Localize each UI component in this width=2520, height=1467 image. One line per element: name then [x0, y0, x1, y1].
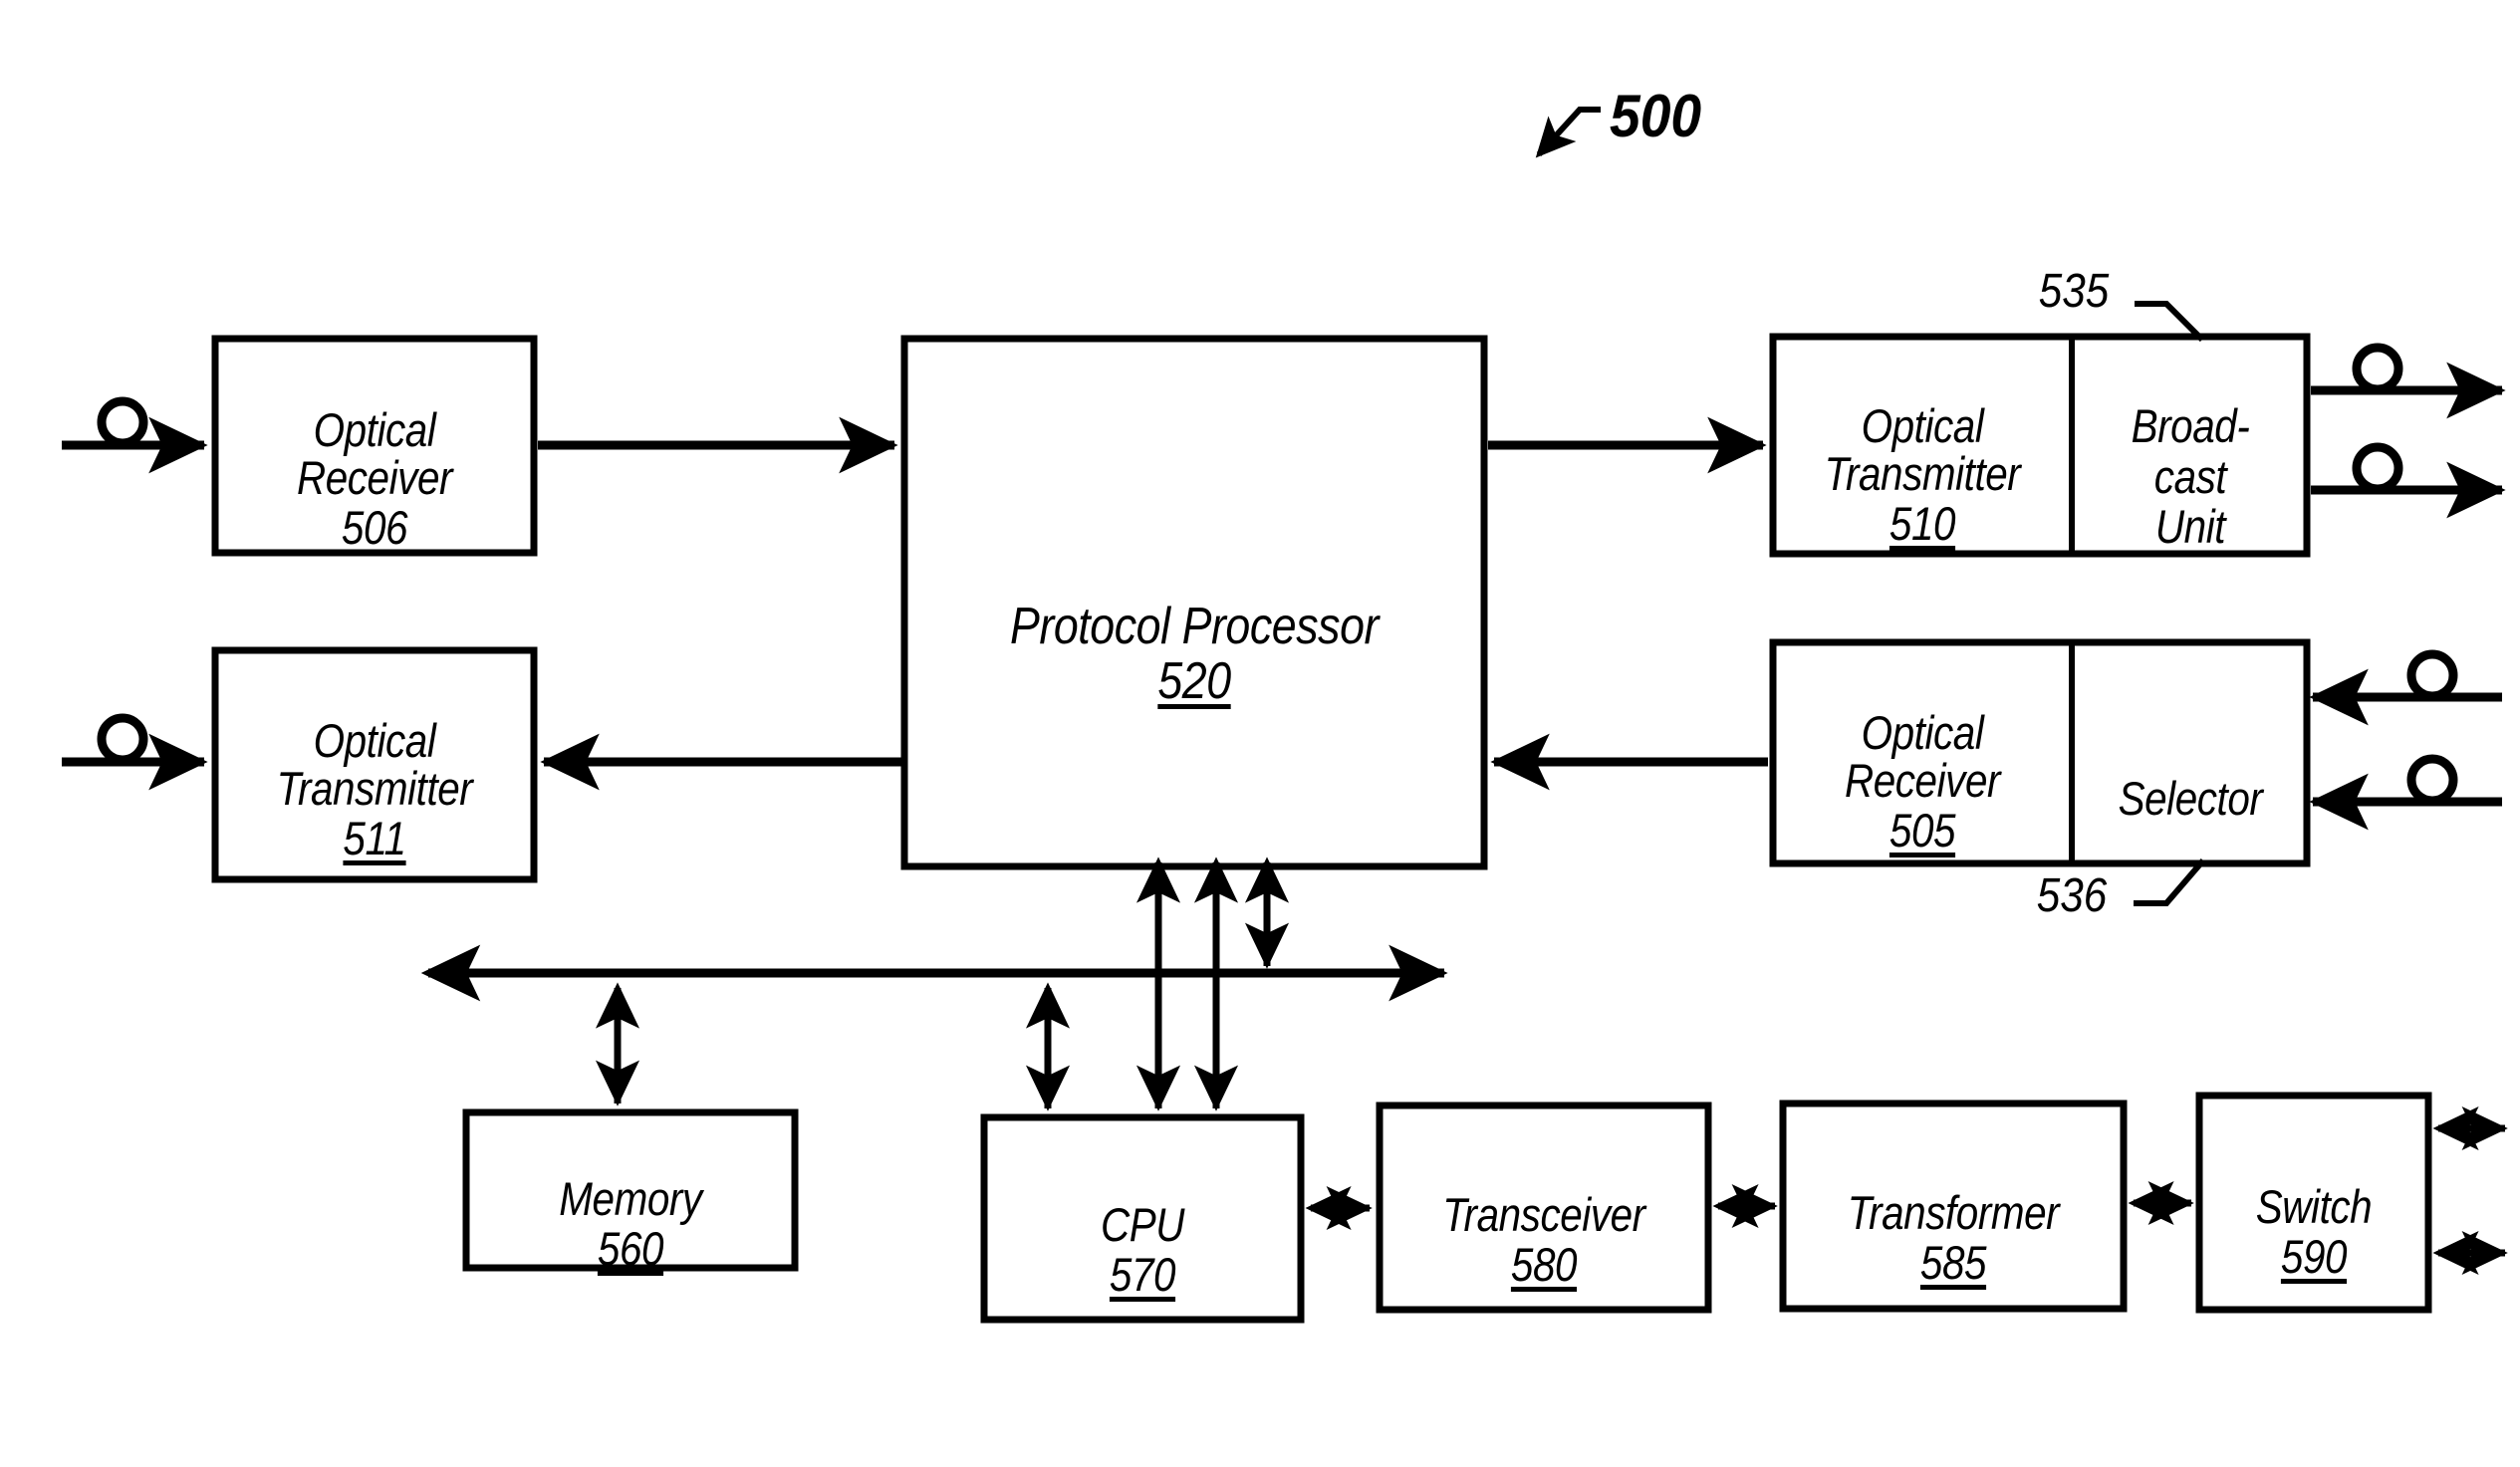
- fiber-connector-icon-out-511: [97, 713, 148, 765]
- fiber-connector-icon-sel-in-2: [2406, 754, 2458, 806]
- label-optical-receiver-505-name: Optical Receiver: [1844, 705, 2001, 807]
- figure-number-leader: [1535, 107, 1601, 158]
- label-optical-receiver-505: Optical Receiver 505: [1794, 661, 2051, 902]
- fiber-connector-icon-bc-out-2: [2352, 442, 2403, 494]
- label-cpu-570-ref: 570: [1109, 1247, 1176, 1301]
- callout-535: 535: [2038, 265, 2110, 318]
- label-optical-transmitter-511: Optical Transmitter 511: [229, 669, 520, 910]
- fiber-connector-icon-in-506: [97, 396, 148, 448]
- fiber-connector-icon-sel-in-1: [2406, 649, 2458, 701]
- label-optical-transmitter-510-name: Optical Transmitter: [1824, 398, 2021, 500]
- label-transceiver-580: Transceiver 580: [1399, 1143, 1689, 1337]
- label-selector-name: Selector: [2118, 771, 2263, 825]
- fiber-connector-icon-bc-out-1: [2352, 343, 2403, 394]
- label-switch-590: Switch 590: [2212, 1135, 2416, 1329]
- patent-figure-500: 500 535 536 Optical Receiver 506 Optical…: [0, 0, 2520, 1467]
- label-transformer-585: Transformer 585: [1804, 1141, 2104, 1335]
- label-optical-receiver-506-name: Optical Receiver: [296, 402, 453, 504]
- label-memory-560: Memory 560: [489, 1127, 772, 1321]
- label-cpu-570: CPU 570: [1006, 1153, 1278, 1346]
- label-selector: Selector: [2090, 727, 2290, 823]
- label-optical-receiver-506: Optical Receiver 506: [237, 359, 511, 600]
- label-optical-transmitter-510: Optical Transmitter 510: [1794, 355, 2051, 596]
- label-cpu-570-name: CPU: [1100, 1197, 1185, 1251]
- label-transceiver-580-name: Transceiver: [1442, 1187, 1645, 1241]
- figure-number: 500: [1610, 83, 1702, 149]
- label-switch-590-name: Switch: [2255, 1179, 2373, 1233]
- label-transformer-585-name: Transformer: [1847, 1185, 2060, 1239]
- label-transformer-585-ref: 585: [1919, 1235, 1987, 1289]
- label-protocol-processor-520-ref: 520: [1157, 652, 1231, 711]
- label-optical-transmitter-510-ref: 510: [1889, 496, 1956, 550]
- label-protocol-processor-520-name: Protocol Processor: [1009, 598, 1380, 656]
- label-broadcast-unit: Broad- cast Unit: [2090, 351, 2290, 553]
- label-optical-transmitter-511-ref: 511: [343, 811, 406, 864]
- label-memory-560-ref: 560: [597, 1221, 664, 1275]
- label-protocol-processor-520: Protocol Processor 520: [945, 548, 1444, 761]
- label-optical-receiver-506-ref: 506: [341, 500, 408, 554]
- label-optical-transmitter-511-name: Optical Transmitter: [276, 713, 473, 815]
- label-broadcast-unit-name: Broad- cast Unit: [2131, 398, 2250, 554]
- label-memory-560-name: Memory: [559, 1171, 702, 1225]
- label-transceiver-580-ref: 580: [1510, 1237, 1578, 1291]
- label-optical-receiver-505-ref: 505: [1889, 803, 1956, 856]
- label-switch-590-ref: 590: [2280, 1229, 2348, 1283]
